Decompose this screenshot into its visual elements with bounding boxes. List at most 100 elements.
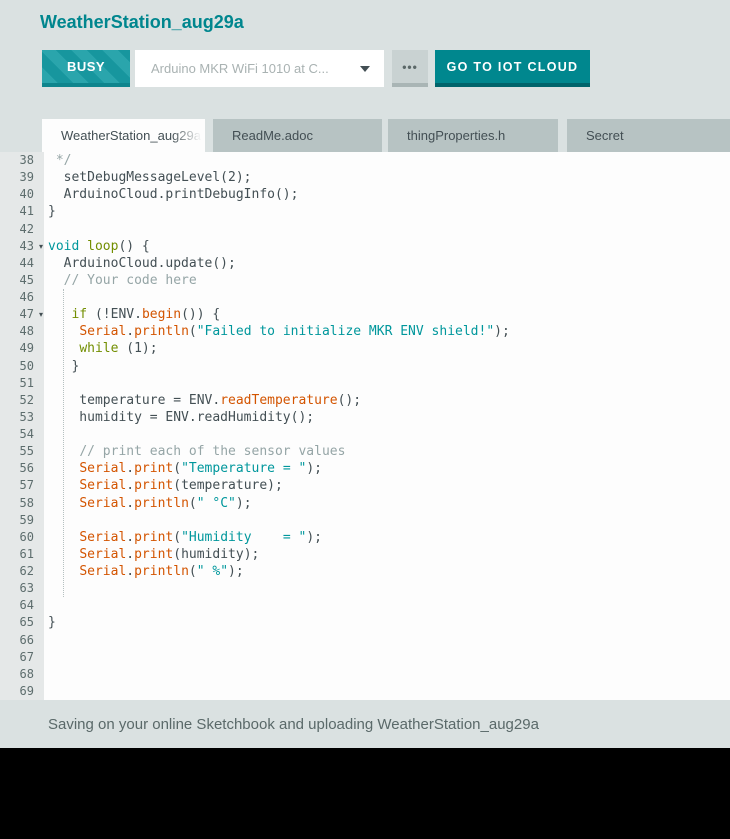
tab-thingproperties-label: thingProperties.h	[407, 128, 505, 143]
code-line-text	[44, 426, 730, 443]
line-number: 65	[0, 614, 44, 631]
line-number: 38	[0, 152, 44, 169]
line-number: 40	[0, 186, 44, 203]
code-line[interactable]: 45 // Your code here	[0, 272, 730, 289]
code-line-text: }	[44, 203, 730, 220]
code-line[interactable]: 56 Serial.print("Temperature = ");	[0, 460, 730, 477]
code-line-text	[44, 580, 730, 597]
code-line-text: Serial.print(temperature);	[44, 477, 730, 494]
code-line[interactable]: 62 Serial.println(" %");	[0, 563, 730, 580]
line-number: 69	[0, 683, 44, 700]
code-line-text: ArduinoCloud.update();	[44, 255, 730, 272]
busy-button[interactable]: BUSY	[42, 50, 130, 87]
sketch-title: WeatherStation_aug29a	[40, 12, 244, 33]
code-line-text: Serial.println("Failed to initialize MKR…	[44, 323, 730, 340]
tab-thingproperties[interactable]: thingProperties.h	[388, 119, 558, 152]
line-number: 66	[0, 632, 44, 649]
code-line-text: setDebugMessageLevel(2);	[44, 169, 730, 186]
code-line-text	[44, 649, 730, 666]
code-line[interactable]: 53 humidity = ENV.readHumidity();	[0, 409, 730, 426]
code-line-text: humidity = ENV.readHumidity();	[44, 409, 730, 426]
status-message: Saving on your online Sketchbook and upl…	[48, 716, 539, 733]
code-line[interactable]: 55 // print each of the sensor values	[0, 443, 730, 460]
code-line[interactable]: 51	[0, 375, 730, 392]
line-number: 42	[0, 221, 44, 238]
code-line-text: // print each of the sensor values	[44, 443, 730, 460]
code-line[interactable]: 44 ArduinoCloud.update();	[0, 255, 730, 272]
tab-readme[interactable]: ReadMe.adoc	[213, 119, 382, 152]
code-line[interactable]: 66	[0, 632, 730, 649]
code-line[interactable]: 39 setDebugMessageLevel(2);	[0, 169, 730, 186]
code-line[interactable]: 61 Serial.print(humidity);	[0, 546, 730, 563]
line-number: 62	[0, 563, 44, 580]
more-options-button[interactable]: •••	[392, 50, 428, 87]
code-line-text: Serial.print(humidity);	[44, 546, 730, 563]
line-number: 56	[0, 460, 44, 477]
line-number: 49	[0, 340, 44, 357]
fold-arrow-icon[interactable]: ▾	[39, 239, 43, 254]
code-line[interactable]: 50 }	[0, 358, 730, 375]
line-number: 59	[0, 512, 44, 529]
line-number: 68	[0, 666, 44, 683]
code-line[interactable]: 48 Serial.println("Failed to initialize …	[0, 323, 730, 340]
code-line-text	[44, 632, 730, 649]
code-line[interactable]: 41}	[0, 203, 730, 220]
fold-arrow-icon[interactable]: ▾	[39, 307, 43, 322]
code-line[interactable]: 59	[0, 512, 730, 529]
file-tabs: WeatherStation_aug29a.i ReadMe.adoc thin…	[0, 119, 730, 152]
code-line[interactable]: 65}	[0, 614, 730, 631]
line-number: 50	[0, 358, 44, 375]
code-line-text: temperature = ENV.readTemperature();	[44, 392, 730, 409]
code-line[interactable]: 58 Serial.println(" °C");	[0, 495, 730, 512]
code-line-text: while (1);	[44, 340, 730, 357]
line-number: 61	[0, 546, 44, 563]
line-number: 45	[0, 272, 44, 289]
code-editor[interactable]: 38 */39 setDebugMessageLevel(2);40 Ardui…	[0, 152, 730, 700]
code-line[interactable]: 46	[0, 289, 730, 306]
tab-secret-label: Secret	[586, 128, 624, 143]
tab-readme-label: ReadMe.adoc	[232, 128, 313, 143]
code-line-text	[44, 666, 730, 683]
code-line-text: if (!ENV.begin()) {	[44, 306, 730, 323]
line-number: 64	[0, 597, 44, 614]
code-line[interactable]: 57 Serial.print(temperature);	[0, 477, 730, 494]
code-line[interactable]: 52 temperature = ENV.readTemperature();	[0, 392, 730, 409]
code-line[interactable]: 42	[0, 221, 730, 238]
code-line[interactable]: 49 while (1);	[0, 340, 730, 357]
line-number: 57	[0, 477, 44, 494]
code-line[interactable]: 63	[0, 580, 730, 597]
code-line[interactable]: 60 Serial.print("Humidity = ");	[0, 529, 730, 546]
code-line[interactable]: 40 ArduinoCloud.printDebugInfo();	[0, 186, 730, 203]
tab-sketch[interactable]: WeatherStation_aug29a.i	[42, 119, 205, 152]
line-number: 52	[0, 392, 44, 409]
line-number: 47▾	[0, 306, 44, 323]
device-selector-dropdown[interactable]: Arduino MKR WiFi 1010 at C...	[135, 50, 384, 87]
code-line-text: Serial.print("Temperature = ");	[44, 460, 730, 477]
line-number: 55	[0, 443, 44, 460]
code-line-text: // Your code here	[44, 272, 730, 289]
line-number: 51	[0, 375, 44, 392]
line-number: 53	[0, 409, 44, 426]
code-line[interactable]: 54	[0, 426, 730, 443]
code-line-text	[44, 683, 730, 700]
line-number: 43▾	[0, 238, 44, 255]
code-line[interactable]: 43▾void loop() {	[0, 238, 730, 255]
code-line-text	[44, 512, 730, 529]
toolbar: BUSY Arduino MKR WiFi 1010 at C... ••• G…	[42, 50, 590, 87]
ellipsis-icon: •••	[402, 60, 418, 74]
code-line[interactable]: 47▾ if (!ENV.begin()) {	[0, 306, 730, 323]
code-line[interactable]: 68	[0, 666, 730, 683]
status-bar: Saving on your online Sketchbook and upl…	[0, 700, 730, 748]
code-line-text: void loop() {	[44, 238, 730, 255]
tab-secret[interactable]: Secret	[567, 119, 730, 152]
line-number: 54	[0, 426, 44, 443]
line-number: 63	[0, 580, 44, 597]
code-line[interactable]: 64	[0, 597, 730, 614]
code-line[interactable]: 67	[0, 649, 730, 666]
code-line-text: }	[44, 358, 730, 375]
line-number: 44	[0, 255, 44, 272]
go-to-iot-cloud-button[interactable]: GO TO IOT CLOUD	[435, 50, 590, 87]
code-line-text	[44, 289, 730, 306]
code-line[interactable]: 69	[0, 683, 730, 700]
code-line[interactable]: 38 */	[0, 152, 730, 169]
